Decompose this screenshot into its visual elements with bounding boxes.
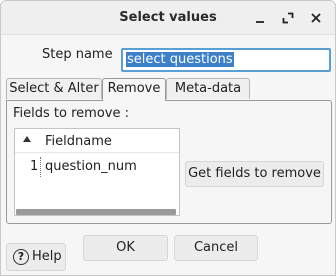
title-bar: Select values bbox=[1, 1, 335, 35]
table-header[interactable]: Fieldname bbox=[15, 129, 179, 153]
table-row-fieldname[interactable]: question_num bbox=[45, 159, 137, 174]
step-name-value: select questions bbox=[126, 52, 234, 67]
fieldname-column-header[interactable]: Fieldname bbox=[45, 134, 112, 149]
get-fields-to-remove-button[interactable]: Get fields to remove bbox=[185, 161, 324, 187]
row-number: 1 bbox=[30, 159, 39, 174]
help-label: Help bbox=[32, 249, 62, 264]
minimize-icon[interactable] bbox=[252, 10, 268, 26]
sort-ascending-icon[interactable] bbox=[23, 136, 31, 142]
tab-remove[interactable]: Remove bbox=[102, 78, 166, 101]
maximize-icon[interactable] bbox=[280, 10, 296, 26]
tab-meta-data[interactable]: Meta-data bbox=[166, 78, 250, 99]
fields-table[interactable]: Fieldname 1 question_num bbox=[14, 128, 180, 216]
fields-to-remove-label: Fields to remove : bbox=[13, 106, 129, 121]
help-button[interactable]: ? Help bbox=[6, 243, 66, 271]
select-values-dialog: Select values Step name select questions… bbox=[0, 0, 336, 276]
close-icon[interactable] bbox=[308, 10, 324, 26]
cancel-button[interactable]: Cancel bbox=[174, 235, 258, 261]
remove-panel: Fields to remove : Fieldname 1 question_… bbox=[6, 100, 332, 224]
step-name-label: Step name bbox=[42, 47, 113, 62]
ok-button[interactable]: OK bbox=[83, 235, 168, 261]
horizontal-scrollbar[interactable] bbox=[16, 209, 176, 215]
help-icon: ? bbox=[13, 249, 29, 265]
row-separator bbox=[40, 157, 41, 177]
tab-select-alter[interactable]: Select & Alter bbox=[6, 78, 102, 99]
step-name-input[interactable]: select questions bbox=[121, 48, 331, 72]
